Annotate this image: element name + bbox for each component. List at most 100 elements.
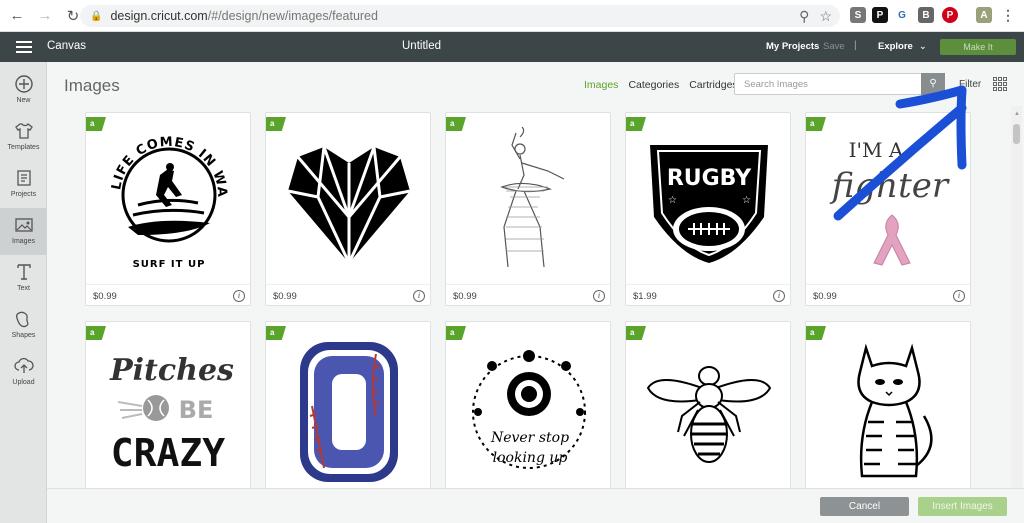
never-stop-looking-up-image: Never stop looking up bbox=[472, 350, 586, 469]
svg-text:☆: ☆ bbox=[668, 195, 677, 206]
sidebar-item-label: Images bbox=[12, 238, 35, 245]
svg-text:RUGBY: RUGBY bbox=[667, 166, 752, 191]
text-icon bbox=[16, 264, 31, 280]
pinterest-icon[interactable]: P bbox=[942, 7, 958, 23]
projects-icon bbox=[16, 170, 31, 186]
image-card[interactable]: a $0.99 i bbox=[265, 112, 431, 306]
profile-avatar[interactable]: A bbox=[976, 7, 992, 23]
explore-menu[interactable]: Explore ⌄ bbox=[878, 41, 927, 52]
price-label: $0.99 bbox=[273, 291, 297, 302]
sidebar-item-templates[interactable]: Templates bbox=[0, 114, 47, 161]
image-card[interactable]: a LIFE COMES IN WAVES SURF IT UP $0.99 i bbox=[85, 112, 251, 306]
hamburger-menu-icon[interactable] bbox=[16, 41, 32, 53]
info-icon[interactable]: i bbox=[593, 290, 605, 302]
page-title: Images bbox=[64, 76, 120, 95]
shirt-icon bbox=[14, 123, 33, 139]
svg-text:BE: BE bbox=[179, 396, 214, 424]
svg-text:I'M A: I'M A bbox=[849, 138, 904, 162]
svg-text:looking up: looking up bbox=[493, 450, 568, 466]
cancel-button[interactable]: Cancel bbox=[820, 497, 909, 516]
extension-icon[interactable]: S bbox=[850, 7, 866, 23]
menu-dots-icon[interactable]: ⋮ bbox=[1000, 7, 1016, 23]
save-button[interactable]: Save bbox=[823, 41, 845, 52]
info-icon[interactable]: i bbox=[953, 290, 965, 302]
rugby-image: RUGBY ☆ ☆ bbox=[650, 145, 768, 263]
svg-text:CRAZY: CRAZY bbox=[111, 431, 226, 475]
info-icon[interactable]: i bbox=[773, 290, 785, 302]
search-button[interactable]: ⚲ bbox=[921, 73, 945, 95]
dialog-footer: Cancel Insert Images bbox=[47, 488, 1024, 523]
image-tabs: Images Categories Cartridges bbox=[584, 79, 738, 91]
app-header: Canvas Untitled My Projects Save | Explo… bbox=[0, 32, 1024, 62]
info-icon[interactable]: i bbox=[413, 290, 425, 302]
sidebar-item-upload[interactable]: Upload bbox=[0, 349, 47, 396]
image-card[interactable]: a I'M A fighter $0.99 i bbox=[805, 112, 971, 306]
extension-icon[interactable]: G bbox=[894, 7, 910, 23]
sidebar-item-label: Templates bbox=[7, 144, 40, 151]
scroll-up-icon[interactable]: ▲ bbox=[1014, 111, 1020, 117]
make-it-button[interactable]: Make It bbox=[940, 39, 1016, 55]
search-input[interactable]: Search Images bbox=[734, 73, 945, 95]
chevron-down-icon: ⌄ bbox=[918, 41, 927, 52]
shapes-icon bbox=[15, 311, 28, 328]
tab-cartridges[interactable]: Cartridges bbox=[689, 79, 737, 91]
price-label: $1.99 bbox=[633, 291, 657, 302]
image-card[interactable]: a RUGBY ☆ ☆ $1.99 i bbox=[625, 112, 791, 306]
tab-images[interactable]: Images bbox=[584, 79, 618, 91]
image-card[interactable]: a Pitches BE CRAZY bbox=[85, 321, 251, 515]
plus-circle-icon bbox=[14, 75, 33, 93]
browser-toolbar: ← → ↻ 🔒 design.cricut.com/#/design/new/i… bbox=[0, 0, 1024, 32]
address-bar[interactable]: 🔒 design.cricut.com/#/design/new/images/… bbox=[80, 5, 840, 27]
tab-categories[interactable]: Categories bbox=[628, 79, 679, 91]
svg-text:fighter: fighter bbox=[829, 166, 950, 206]
sidebar-item-shapes[interactable]: Shapes bbox=[0, 302, 47, 349]
extension-icon[interactable]: P bbox=[872, 7, 888, 23]
extension-icon[interactable]: B bbox=[918, 7, 934, 23]
svg-text:Never stop: Never stop bbox=[490, 430, 569, 446]
ballerina-image bbox=[500, 127, 565, 268]
info-icon[interactable]: i bbox=[233, 290, 245, 302]
sidebar-item-images[interactable]: Images bbox=[0, 208, 47, 255]
filter-button[interactable]: Filter bbox=[959, 79, 981, 90]
image-card[interactable]: a bbox=[625, 321, 791, 515]
cat-image bbox=[857, 343, 933, 478]
insert-images-button[interactable]: Insert Images bbox=[918, 497, 1007, 516]
bookmark-star-icon[interactable]: ☆ bbox=[819, 8, 832, 25]
sidebar-item-projects[interactable]: Projects bbox=[0, 161, 47, 208]
lock-icon: 🔒 bbox=[90, 10, 103, 22]
sidebar-item-text[interactable]: Text bbox=[0, 255, 47, 302]
image-card[interactable]: a $0.99 i bbox=[445, 112, 611, 306]
scrollbar[interactable]: ▲ bbox=[1011, 106, 1022, 496]
price-label: $0.99 bbox=[813, 291, 837, 302]
svg-text:☆: ☆ bbox=[742, 195, 751, 206]
sidebar-item-label: Upload bbox=[12, 379, 35, 386]
price-label: $0.99 bbox=[453, 291, 477, 302]
zoom-icon[interactable]: ⚲ bbox=[799, 8, 809, 25]
header-separator: | bbox=[854, 40, 857, 51]
svg-text:SURF IT UP: SURF IT UP bbox=[133, 259, 206, 270]
left-sidebar: New Templates Projects Images Text Shape… bbox=[0, 62, 47, 523]
image-icon bbox=[14, 218, 33, 232]
image-card[interactable]: a bbox=[265, 321, 431, 515]
app-title: Canvas bbox=[47, 40, 86, 52]
sidebar-item-label: Projects bbox=[10, 191, 37, 198]
geometric-heart-image bbox=[287, 146, 411, 264]
image-card[interactable]: a Never stop looking up bbox=[445, 321, 611, 515]
pitches-be-crazy-image: Pitches BE CRAZY bbox=[109, 353, 234, 475]
upload-icon bbox=[13, 357, 34, 373]
sidebar-item-new[interactable]: New bbox=[0, 67, 47, 114]
my-projects-link[interactable]: My Projects bbox=[766, 41, 819, 52]
url-host: design.cricut.com bbox=[110, 9, 208, 23]
bee-image bbox=[646, 366, 772, 463]
search-icon: ⚲ bbox=[929, 78, 937, 89]
image-card[interactable]: a bbox=[805, 321, 971, 515]
back-icon[interactable]: ← bbox=[6, 5, 28, 27]
grid-view-icon[interactable] bbox=[993, 77, 1007, 91]
svg-text:Pitches: Pitches bbox=[109, 353, 234, 388]
images-panel: Images Images Categories Cartridges Sear… bbox=[47, 62, 1024, 523]
scroll-thumb[interactable] bbox=[1013, 124, 1020, 144]
fighter-ribbon-image: I'M A fighter bbox=[829, 138, 950, 266]
price-label: $0.99 bbox=[93, 291, 117, 302]
forward-icon[interactable]: → bbox=[34, 5, 56, 27]
sidebar-item-label: Text bbox=[17, 285, 30, 292]
